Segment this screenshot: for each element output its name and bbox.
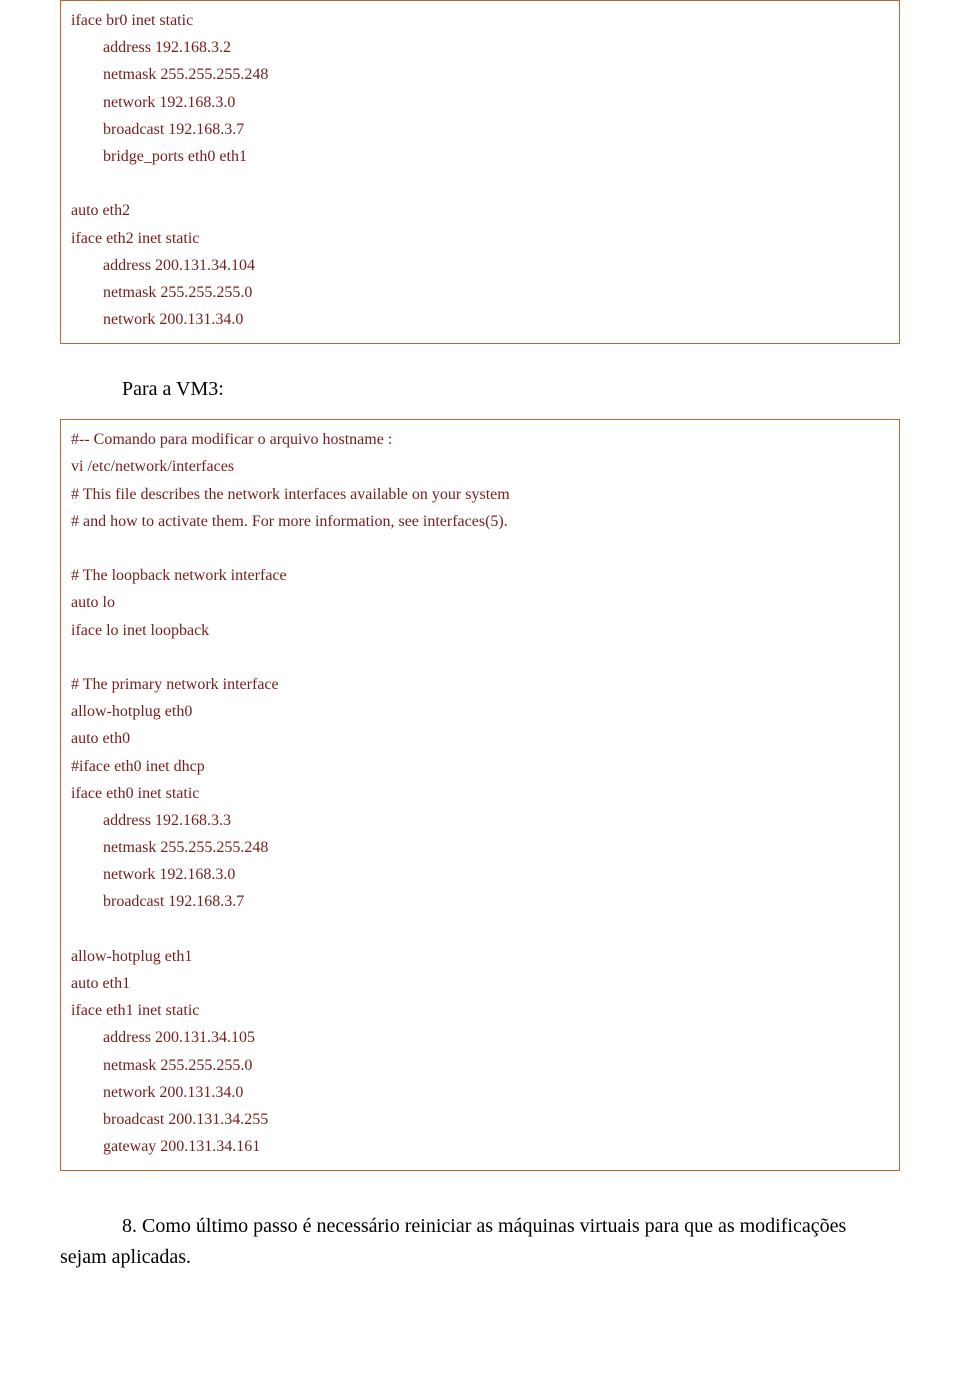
step-8-line-2: sejam aplicadas. xyxy=(60,1242,900,1273)
step-8-line-1: 8. Como último passo é necessário reinic… xyxy=(60,1211,900,1242)
page-content: iface br0 inet static address 192.168.3.… xyxy=(0,0,960,1333)
config-text-2: #-- Comando para modificar o arquivo hos… xyxy=(71,426,889,1160)
config-box-2: #-- Comando para modificar o arquivo hos… xyxy=(60,419,900,1171)
config-text-1: iface br0 inet static address 192.168.3.… xyxy=(71,7,889,333)
step-8: 8. Como último passo é necessário reinic… xyxy=(60,1211,900,1273)
config-box-1: iface br0 inet static address 192.168.3.… xyxy=(60,0,900,344)
heading-vm3: Para a VM3: xyxy=(60,378,900,401)
